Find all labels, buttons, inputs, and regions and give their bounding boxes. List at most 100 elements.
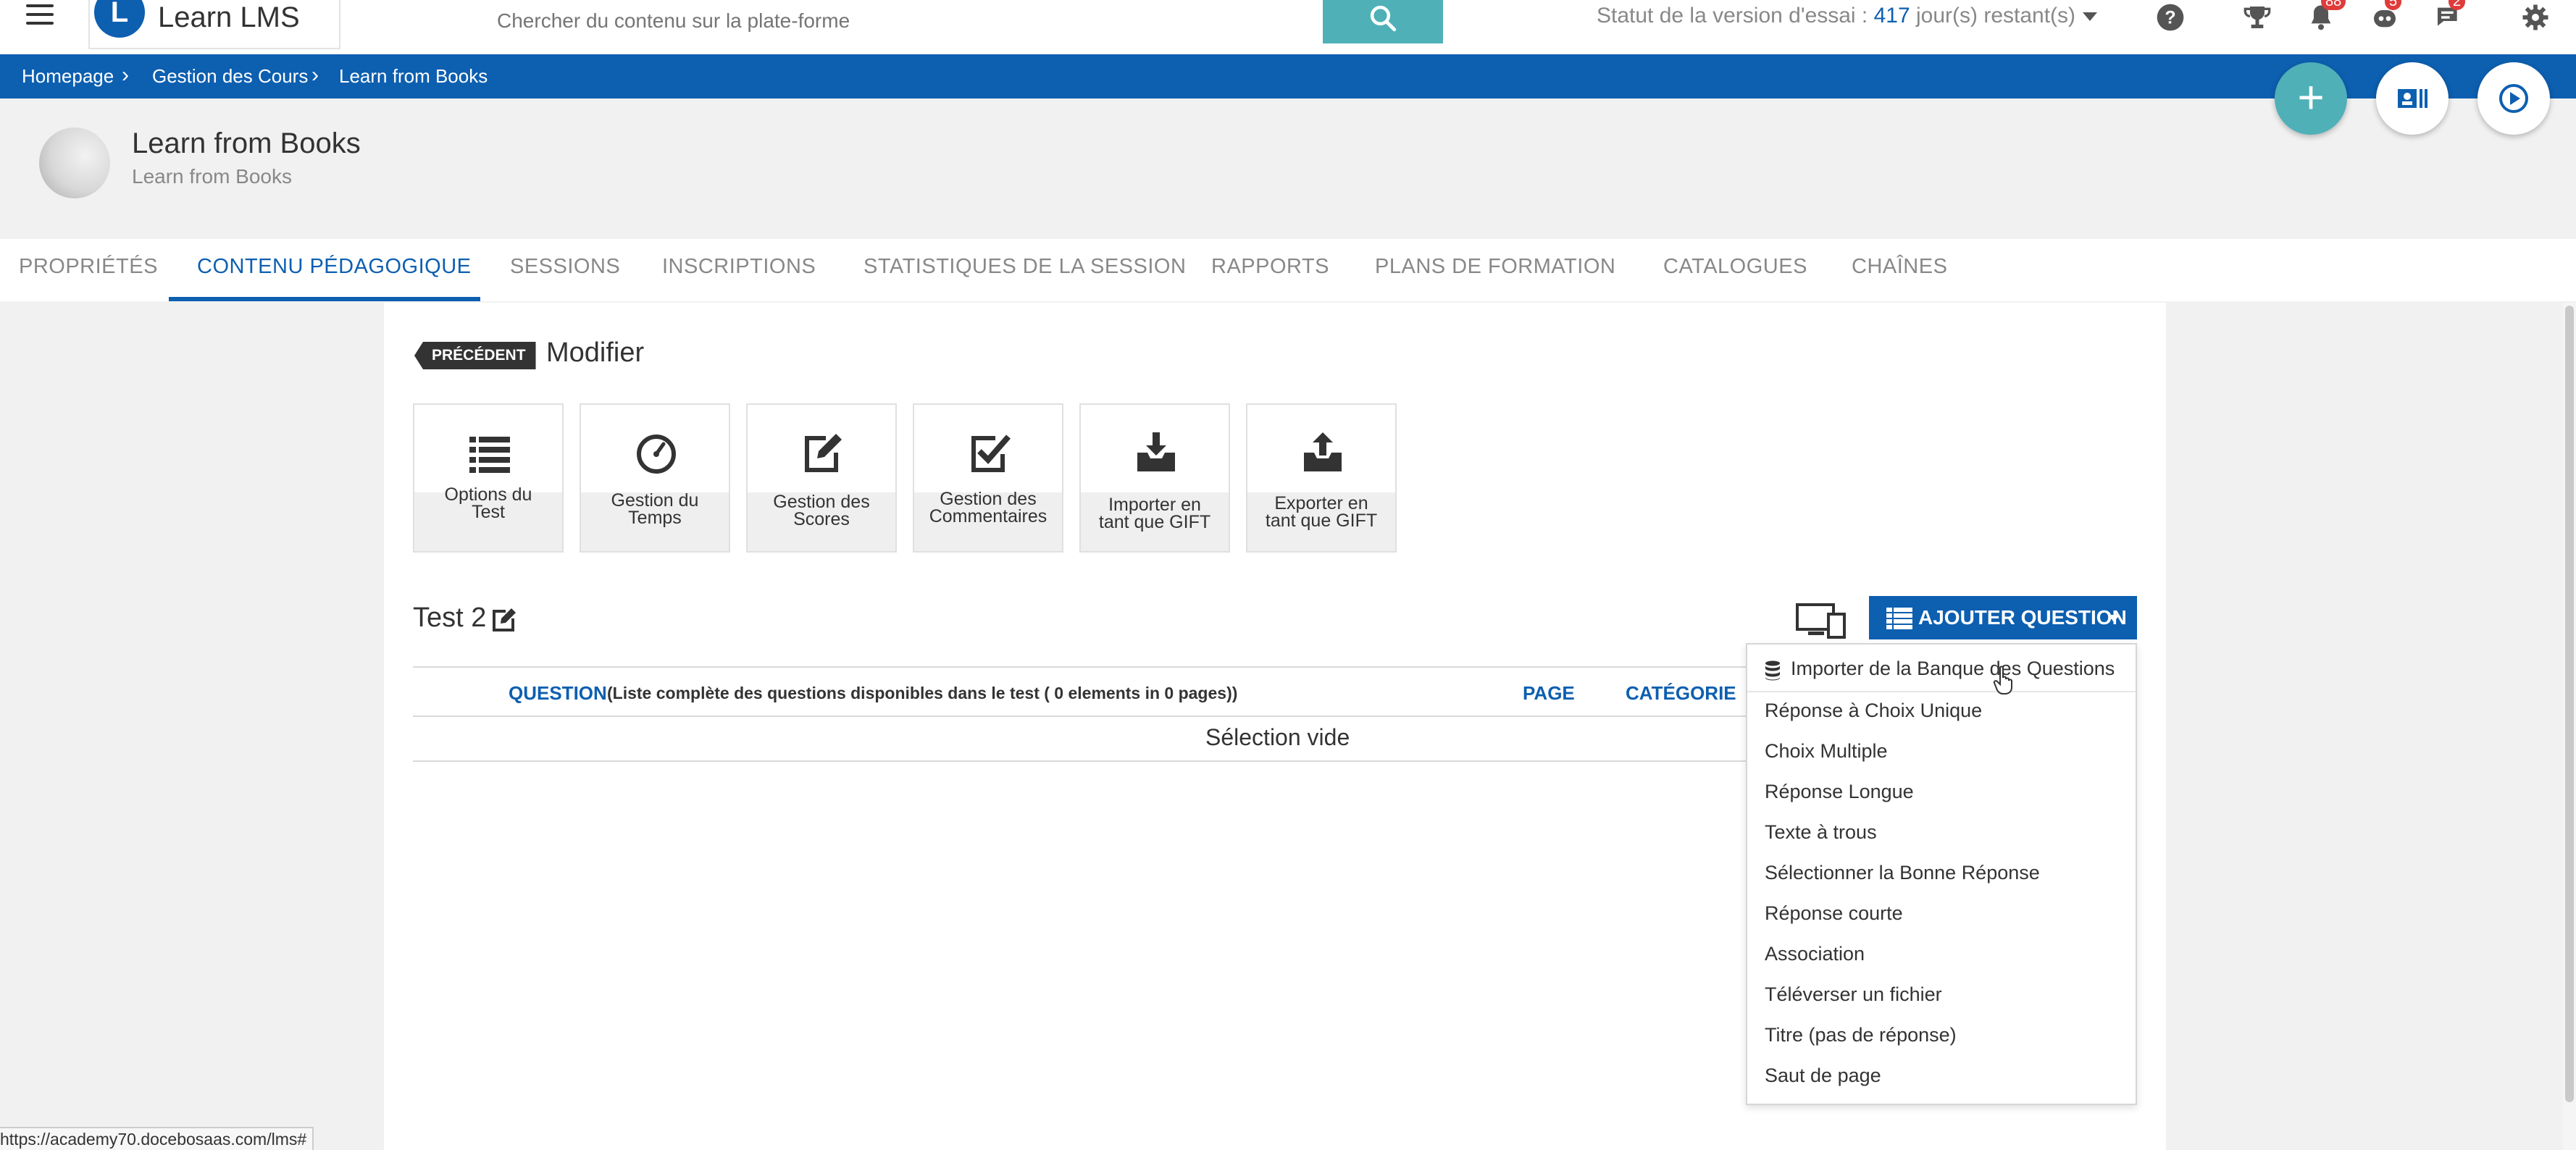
tab-properties[interactable]: PROPRIÉTÉS xyxy=(19,255,158,279)
breadcrumb-separator-icon: › xyxy=(311,63,319,87)
table-divider xyxy=(413,666,1797,668)
add-question-menu: Importer de la Banque des Questions Répo… xyxy=(1746,643,2137,1105)
breadcrumb-course-management[interactable]: Gestion des Cours xyxy=(152,65,308,88)
active-tab-indicator xyxy=(169,297,480,301)
column-header-page[interactable]: PAGE xyxy=(1523,682,1575,705)
column-header-category[interactable]: CATÉGORIE xyxy=(1626,682,1736,705)
search-icon xyxy=(1370,5,1397,32)
table-divider xyxy=(413,760,1797,762)
search-button[interactable] xyxy=(1323,0,1443,43)
tile-label: Test xyxy=(472,502,505,522)
course-subtitle: Learn from Books xyxy=(132,165,292,188)
menu-item-upload-file[interactable]: Téléverser un fichier xyxy=(1765,983,1942,1006)
time-management-tile[interactable]: Gestion du Temps xyxy=(580,403,730,553)
status-bar-url: https://academy70.docebosaas.com/lms# xyxy=(0,1127,314,1150)
menu-item-multiple-choice[interactable]: Choix Multiple xyxy=(1765,740,1888,763)
menu-divider xyxy=(1747,691,2136,692)
gear-icon[interactable] xyxy=(2521,3,2550,32)
tile-label: Gestion des xyxy=(940,489,1037,509)
table-divider xyxy=(413,715,1797,717)
menu-item-title[interactable]: Titre (pas de réponse) xyxy=(1765,1024,1957,1046)
tile-label: Importer en xyxy=(1108,495,1201,515)
tile-label: Options du xyxy=(444,484,532,505)
list-icon xyxy=(1886,608,1912,629)
scrollbar[interactable] xyxy=(2563,303,2576,1150)
bot-icon[interactable]: 5 xyxy=(2370,0,2402,32)
tile-label: Gestion des xyxy=(773,492,870,512)
test-title: Test 2 xyxy=(413,603,487,633)
course-tabs: PROPRIÉTÉS CONTENU PÉDAGOGIQUE SESSIONS … xyxy=(0,239,2576,301)
bell-icon[interactable]: 88 xyxy=(2307,0,2346,32)
app-name: Learn LMS xyxy=(158,1,300,33)
add-question-label: AJOUTER QUESTION xyxy=(1918,606,2127,629)
messages-icon[interactable]: 2 xyxy=(2434,0,2466,32)
import-icon xyxy=(1137,432,1175,471)
tile-label: Temps xyxy=(628,508,682,528)
help-icon[interactable]: ? xyxy=(2156,3,2185,32)
tab-enrollments[interactable]: INSCRIPTIONS xyxy=(662,255,816,279)
question-count-info: (Liste complète des questions disponible… xyxy=(607,684,1238,702)
menu-item-single-choice[interactable]: Réponse à Choix Unique xyxy=(1765,700,1982,722)
page-title: Modifier xyxy=(546,337,645,368)
logo-icon: L xyxy=(94,0,145,38)
menu-item-fill-in-blanks[interactable]: Texte à trous xyxy=(1765,821,1877,844)
tab-training-content[interactable]: CONTENU PÉDAGOGIQUE xyxy=(197,255,472,279)
top-bar: L Learn LMS Statut de la version d'essai… xyxy=(0,0,2576,54)
back-button[interactable]: PRÉCÉDENT xyxy=(414,342,536,369)
list-icon xyxy=(469,437,510,473)
course-catalog-button[interactable] xyxy=(2376,62,2449,135)
breadcrumb-current-course: Learn from Books xyxy=(339,65,488,87)
score-management-tile[interactable]: Gestion des Scores xyxy=(746,403,897,553)
tile-label: Gestion du xyxy=(611,490,699,511)
tab-channels[interactable]: CHAÎNES xyxy=(1852,255,1947,279)
check-box-icon xyxy=(971,435,1011,472)
trial-days: 417 xyxy=(1873,4,1910,28)
add-question-button[interactable]: AJOUTER QUESTION xyxy=(1869,596,2137,639)
export-gift-tile[interactable]: Exporter en tant que GIFT xyxy=(1246,403,1397,553)
test-options-tile[interactable]: Options du Test xyxy=(413,403,564,553)
comments-management-tile[interactable]: Gestion des Commentaires xyxy=(913,403,1063,553)
tab-reports[interactable]: RAPPORTS xyxy=(1211,255,1329,279)
scrollbar-thumb[interactable] xyxy=(2565,306,2574,1102)
trial-suffix: jour(s) restant(s) xyxy=(1910,4,2076,28)
tile-label: Scores xyxy=(793,509,850,529)
database-icon xyxy=(1765,660,1780,681)
tile-label: tant que GIFT xyxy=(1265,511,1378,531)
notification-badge: 88 xyxy=(2321,0,2346,10)
chevron-down-icon xyxy=(2083,12,2098,22)
tile-label: Exporter en xyxy=(1274,493,1368,513)
breadcrumb: Homepage › Gestion des Cours › Learn fro… xyxy=(0,54,2576,98)
menu-item-long-answer[interactable]: Réponse Longue xyxy=(1765,781,1914,803)
tile-label: Commentaires xyxy=(929,506,1047,526)
tab-session-statistics[interactable]: STATISTIQUES DE LA SESSION xyxy=(863,255,1186,279)
edit-title-icon[interactable] xyxy=(491,607,517,633)
export-icon xyxy=(1304,432,1342,471)
play-icon xyxy=(2499,84,2528,113)
menu-item-import-question-bank[interactable]: Importer de la Banque des Questions xyxy=(1791,658,2115,680)
breadcrumb-homepage[interactable]: Homepage xyxy=(22,65,114,88)
play-button[interactable] xyxy=(2477,62,2550,135)
menu-item-short-answer[interactable]: Réponse courte xyxy=(1765,902,1903,925)
edit-icon xyxy=(805,434,842,472)
import-gift-tile[interactable]: Importer en tant que GIFT xyxy=(1079,403,1230,553)
trial-prefix: Statut de la version d'essai : xyxy=(1597,4,1874,28)
trophy-icon[interactable] xyxy=(2243,3,2272,32)
tab-learning-plans[interactable]: PLANS DE FORMATION xyxy=(1375,255,1615,279)
search-input[interactable] xyxy=(477,0,1324,42)
chevron-down-icon xyxy=(2108,615,2120,622)
menu-item-association[interactable]: Association xyxy=(1765,943,1865,965)
tile-label: tant que GIFT xyxy=(1098,512,1211,532)
svg-text:?: ? xyxy=(2165,7,2175,28)
tab-catalogs[interactable]: CATALOGUES xyxy=(1663,255,1807,279)
clock-icon xyxy=(637,435,676,474)
menu-item-select-correct-answer[interactable]: Sélectionner la Bonne Réponse xyxy=(1765,862,2040,884)
menu-item-page-break[interactable]: Saut de page xyxy=(1765,1065,1881,1087)
column-header-question[interactable]: QUESTION xyxy=(509,682,607,705)
menu-icon[interactable] xyxy=(26,4,55,33)
trial-status[interactable]: Statut de la version d'essai : 417 jour(… xyxy=(1597,4,2098,28)
add-button[interactable]: + xyxy=(2275,62,2347,135)
course-card-icon xyxy=(2398,89,2427,108)
device-preview-icon[interactable] xyxy=(1795,603,1847,639)
tab-sessions[interactable]: SESSIONS xyxy=(510,255,620,279)
app-logo[interactable]: L Learn LMS xyxy=(88,0,340,49)
